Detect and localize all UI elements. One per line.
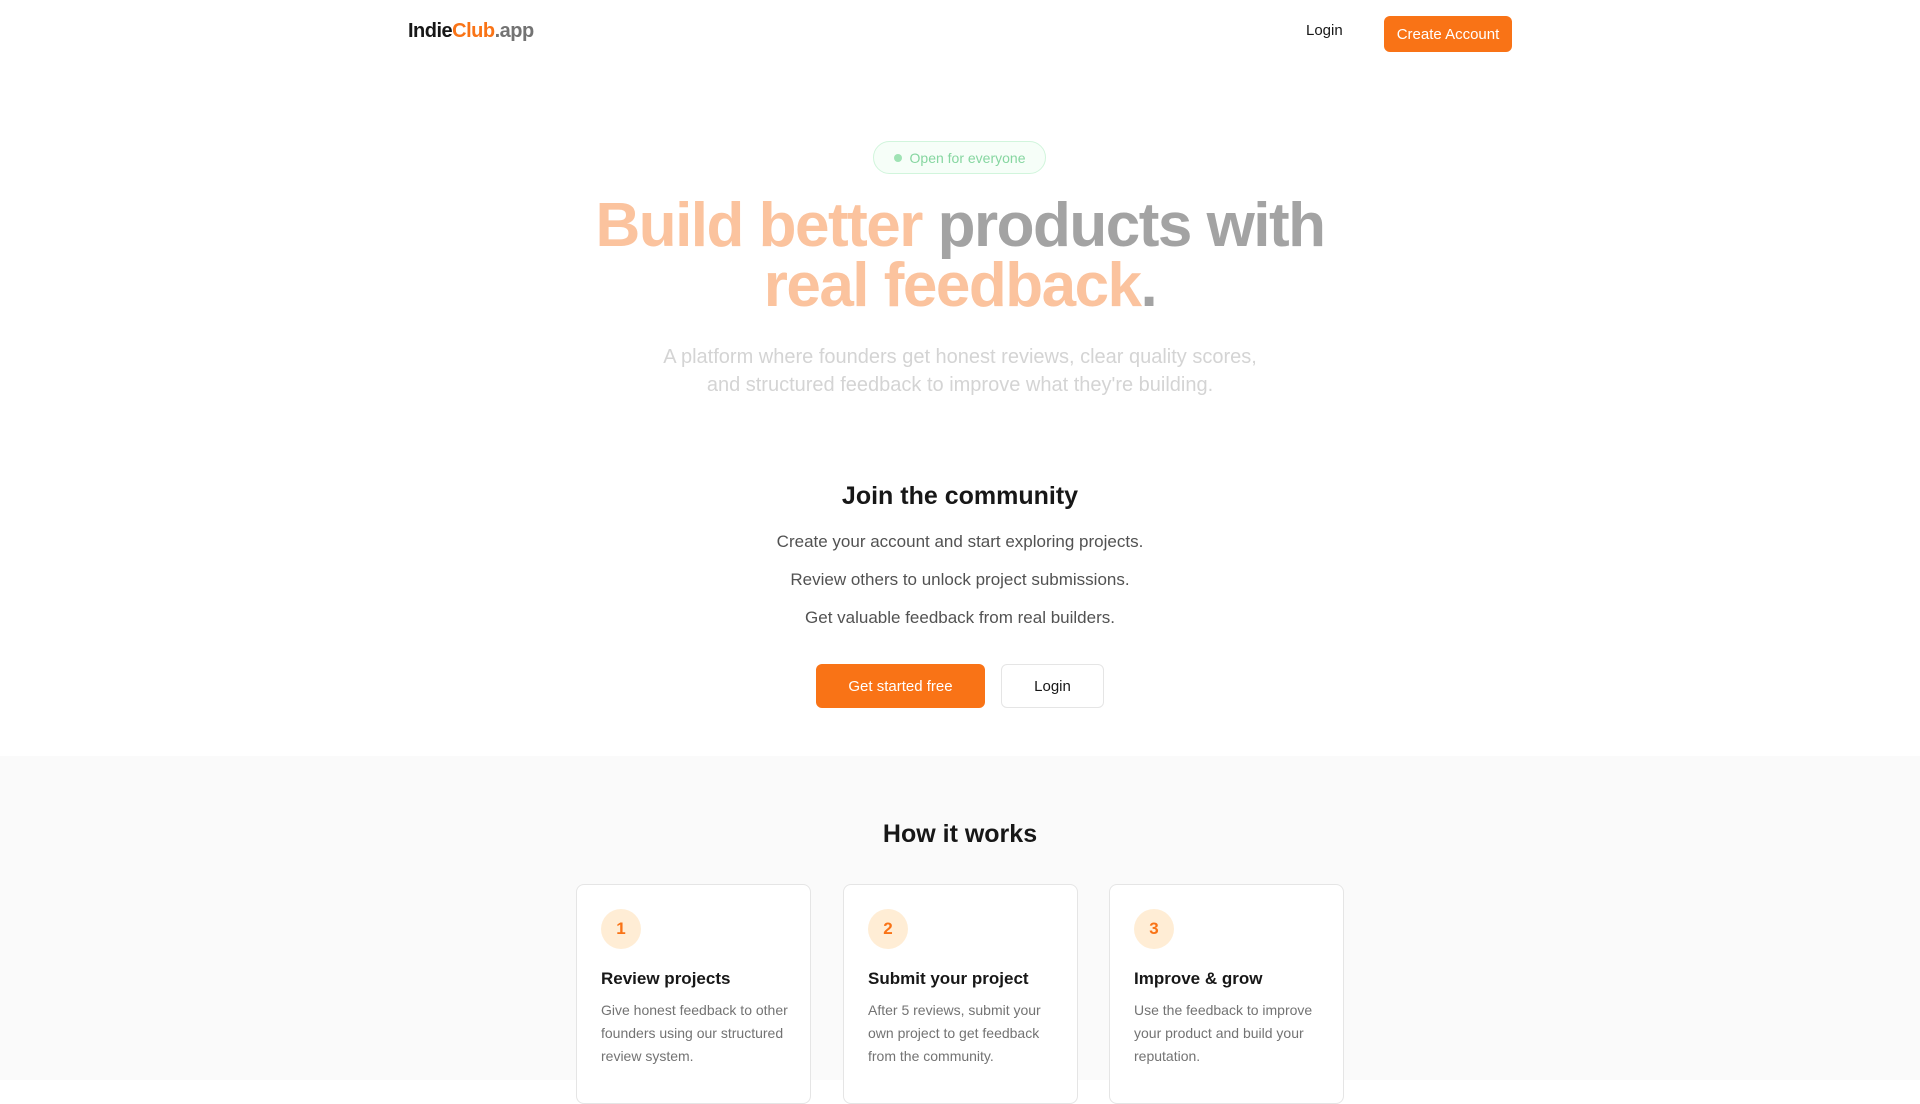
- step-number: 2: [868, 909, 908, 949]
- how-it-works-title: How it works: [882, 820, 1038, 848]
- create-account-button[interactable]: Create Account: [1384, 16, 1512, 52]
- status-dot-icon: [893, 153, 902, 162]
- step-title: Review projects: [601, 969, 731, 988]
- step-number: 3: [1134, 909, 1174, 949]
- hero-subtitle: A platform where founders get honest rev…: [610, 343, 1310, 399]
- logo[interactable]: IndieClub.app: [408, 20, 534, 43]
- community-line: Review others to unlock project submissi…: [790, 570, 1130, 589]
- community-line: Get valuable feedback from real builders…: [805, 608, 1115, 627]
- hero-subtitle-line-1: A platform where founders get honest rev…: [663, 346, 1257, 368]
- step-card: 1 Review projects Give honest feedback t…: [576, 884, 811, 1104]
- status-badge: Open for everyone: [873, 141, 1046, 174]
- hero-title-muted-1: products with: [937, 191, 1326, 260]
- header-login-link[interactable]: Login: [1306, 22, 1343, 39]
- step-title: Improve & grow: [1134, 969, 1263, 988]
- status-badge-label: Open for everyone: [909, 149, 1026, 166]
- get-started-button[interactable]: Get started free: [816, 664, 985, 708]
- hero-title: Build better products with real feedback…: [460, 195, 1460, 317]
- step-description: Give honest feedback to other founders u…: [601, 1002, 788, 1064]
- step-card: 2 Submit your project After 5 reviews, s…: [843, 884, 1078, 1104]
- step-card: 3 Improve & grow Use the feedback to imp…: [1109, 884, 1344, 1104]
- hero-title-period: .: [1140, 251, 1158, 320]
- logo-indie: Indie: [408, 20, 453, 42]
- step-number: 1: [601, 909, 641, 949]
- hero-title-accent-2: real feedback: [763, 251, 1142, 320]
- community-line: Create your account and start exploring …: [776, 532, 1144, 551]
- community-title: Join the community: [841, 482, 1079, 510]
- site-header: IndieClub.app Login Create Account: [0, 0, 1920, 68]
- logo-app: .app: [494, 20, 535, 42]
- how-it-works-section: How it works 1 Review projects Give hone…: [0, 756, 1920, 1104]
- step-description: After 5 reviews, submit your own project…: [868, 1002, 1041, 1064]
- hero-title-accent-1: Build better: [595, 191, 923, 260]
- logo-club: Club: [452, 20, 495, 42]
- step-description: Use the feedback to improve your product…: [1134, 1002, 1313, 1064]
- hero-subtitle-line-2: and structured feedback to improve what …: [706, 374, 1214, 396]
- login-button[interactable]: Login: [1001, 664, 1104, 708]
- step-title: Submit your project: [868, 969, 1029, 988]
